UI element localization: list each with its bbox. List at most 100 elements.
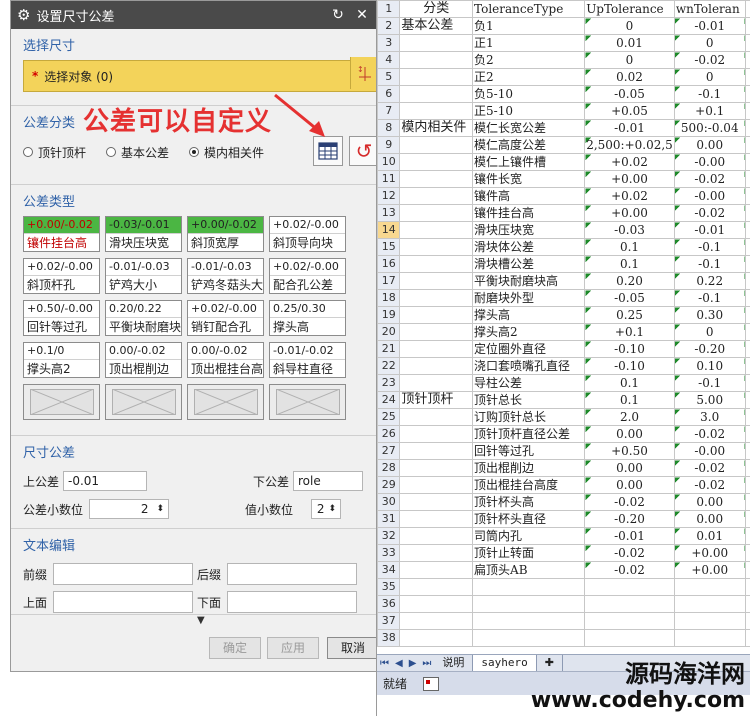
tolerance-type-cell[interactable]: +0.00/-0.02 镶件挂台高 — [23, 216, 100, 252]
ok-button[interactable]: 确定 — [209, 637, 261, 659]
sheet-cell[interactable]: -0.10 — [584, 357, 675, 375]
tol-decimals-spinner[interactable]: 2 ⬍ — [89, 499, 169, 519]
sheet-cell[interactable]: 0 — [584, 17, 675, 35]
spinner-arrows-icon[interactable]: ⬍ — [156, 504, 164, 514]
sheet-cell[interactable]: -0.20 — [584, 510, 675, 528]
sheet-cell[interactable]: -0.02 — [584, 493, 675, 511]
tolerance-type-cell[interactable]: -0.03/-0.01 滑块压块宽 — [105, 216, 182, 252]
sheet-cell[interactable]: -0.01 — [673, 17, 746, 35]
tolerance-type-cell[interactable]: +0.1/0 撑头高2 — [23, 342, 100, 378]
sheet-cell[interactable]: 镶件高 — [472, 187, 586, 205]
sheet-cell[interactable]: 0.00 — [673, 510, 746, 528]
row-header[interactable]: 29 — [377, 476, 401, 494]
sheet-cell[interactable] — [399, 629, 474, 647]
tolerance-type-cell[interactable]: +0.02/-0.00 斜顶杆孔 — [23, 258, 100, 294]
prefix-input[interactable] — [53, 563, 193, 585]
sheet-cell[interactable]: 导柱公差 — [472, 374, 586, 392]
row-header[interactable]: 11 — [377, 170, 401, 188]
apply-button[interactable]: 应用 — [267, 637, 319, 659]
sheet-cell[interactable] — [744, 51, 750, 69]
sheet-cell[interactable]: 浇口套喷嘴孔直径 — [472, 357, 586, 375]
sheet-cell[interactable] — [673, 578, 746, 596]
sheet-cell[interactable]: -0.01 — [584, 527, 675, 545]
sheet-cell[interactable] — [744, 255, 750, 273]
sheet-cell[interactable]: -0.1 — [673, 85, 746, 103]
below-input[interactable] — [227, 591, 357, 613]
sheet-cell[interactable] — [399, 153, 474, 171]
sheet-cell[interactable] — [399, 442, 474, 460]
row-header[interactable]: 4 — [377, 51, 401, 69]
row-header[interactable]: 28 — [377, 459, 401, 477]
sheet-cell[interactable] — [744, 391, 750, 409]
sheet-cell[interactable]: 撑头高 — [472, 306, 586, 324]
sheet-cell[interactable]: 0.00 — [673, 136, 746, 154]
empty-slot[interactable] — [23, 384, 100, 420]
sheet-cell[interactable]: -0.02 — [584, 561, 675, 579]
sheet-cell[interactable] — [472, 595, 586, 613]
row-header[interactable]: 10 — [377, 153, 401, 171]
sheet-cell[interactable]: 基本公差 — [399, 17, 474, 35]
sheet-cell[interactable] — [744, 85, 750, 103]
sheet-cell[interactable] — [744, 102, 750, 120]
sheet-cell[interactable]: +0.02 — [584, 153, 675, 171]
sheet-cell[interactable] — [399, 493, 474, 511]
sheet-cell[interactable] — [744, 289, 750, 307]
next-sheet-icon[interactable]: ▶ — [409, 658, 417, 669]
sheet-cell[interactable]: 0 — [584, 51, 675, 69]
row-header[interactable]: 9 — [377, 136, 401, 154]
sheet-cell[interactable] — [744, 272, 750, 290]
sheet-cell[interactable] — [399, 187, 474, 205]
sheet-cell[interactable]: 镶件挂台高 — [472, 204, 586, 222]
sheet-cell[interactable] — [399, 561, 474, 579]
sheet-cell[interactable] — [399, 357, 474, 375]
sheet-cell[interactable]: 负1 — [472, 17, 586, 35]
sheet-cell[interactable]: 0.1 — [584, 238, 675, 256]
sheet-cell[interactable]: 模仁上镶件槽 — [472, 153, 586, 171]
sheet-cell[interactable] — [399, 408, 474, 426]
last-sheet-icon[interactable]: ⏭ — [422, 658, 431, 669]
sheet-cell[interactable] — [399, 102, 474, 120]
sheet-cell[interactable]: -0.00 — [673, 153, 746, 171]
row-header[interactable]: 25 — [377, 408, 401, 426]
sheet-cell[interactable] — [744, 136, 750, 154]
row-header[interactable]: 13 — [377, 204, 401, 222]
sheet-cell[interactable]: 0.00 — [673, 493, 746, 511]
tolerance-type-cell[interactable]: -0.01/-0.03 铲鸡冬菇头大 — [187, 258, 264, 294]
sheet-cell[interactable]: 0.00 — [584, 459, 675, 477]
sheet-cell[interactable]: -0.02 — [673, 459, 746, 477]
sheet-cell[interactable]: 0.22 — [673, 272, 746, 290]
sheet-cell[interactable]: -0.20 — [673, 340, 746, 358]
first-sheet-icon[interactable]: ⏮ — [380, 658, 389, 669]
sheet-cell[interactable] — [472, 629, 586, 647]
sheet-cell[interactable]: -0.00 — [673, 187, 746, 205]
sheet-cell[interactable] — [399, 425, 474, 443]
sheet-cell[interactable]: 滑块压块宽 — [472, 221, 586, 239]
sheet-cell[interactable]: 司筒内孔 — [472, 527, 586, 545]
above-input[interactable] — [53, 591, 193, 613]
row-header[interactable]: 32 — [377, 527, 401, 545]
sheet-cell[interactable]: +0.02 — [584, 187, 675, 205]
sheet-cell[interactable] — [399, 238, 474, 256]
sheet-cell[interactable] — [399, 578, 474, 596]
row-header[interactable]: 3 — [377, 34, 401, 52]
dimension-select-icon[interactable]: ↕ — [350, 57, 377, 89]
sheet-cell[interactable]: -0.03 — [584, 221, 675, 239]
tolerance-type-cell[interactable]: 0.00/-0.02 顶出棍削边 — [105, 342, 182, 378]
sheet-cell[interactable]: 扁顶头AB — [472, 561, 586, 579]
sheet-cell[interactable] — [744, 204, 750, 222]
sheet-cell[interactable]: 0.1 — [584, 391, 675, 409]
sheet-cell[interactable]: +0.00 — [673, 561, 746, 579]
sheet-cell[interactable] — [673, 612, 746, 630]
sheet-cell[interactable]: 0 — [673, 323, 746, 341]
sheet-cell[interactable] — [744, 323, 750, 341]
row-header[interactable]: 34 — [377, 561, 401, 579]
row-header[interactable]: 17 — [377, 272, 401, 290]
sheet-cell[interactable]: 模仁高度公差 — [472, 136, 586, 154]
sheet-cell[interactable] — [472, 612, 586, 630]
sheet-cell[interactable] — [472, 578, 586, 596]
sheet-cell[interactable] — [744, 595, 750, 613]
sheet-cell[interactable]: 0.1 — [584, 255, 675, 273]
empty-slot[interactable] — [269, 384, 346, 420]
sheet-cell[interactable]: +0.00 — [673, 544, 746, 562]
sheet-cell[interactable]: 0.00 — [584, 425, 675, 443]
